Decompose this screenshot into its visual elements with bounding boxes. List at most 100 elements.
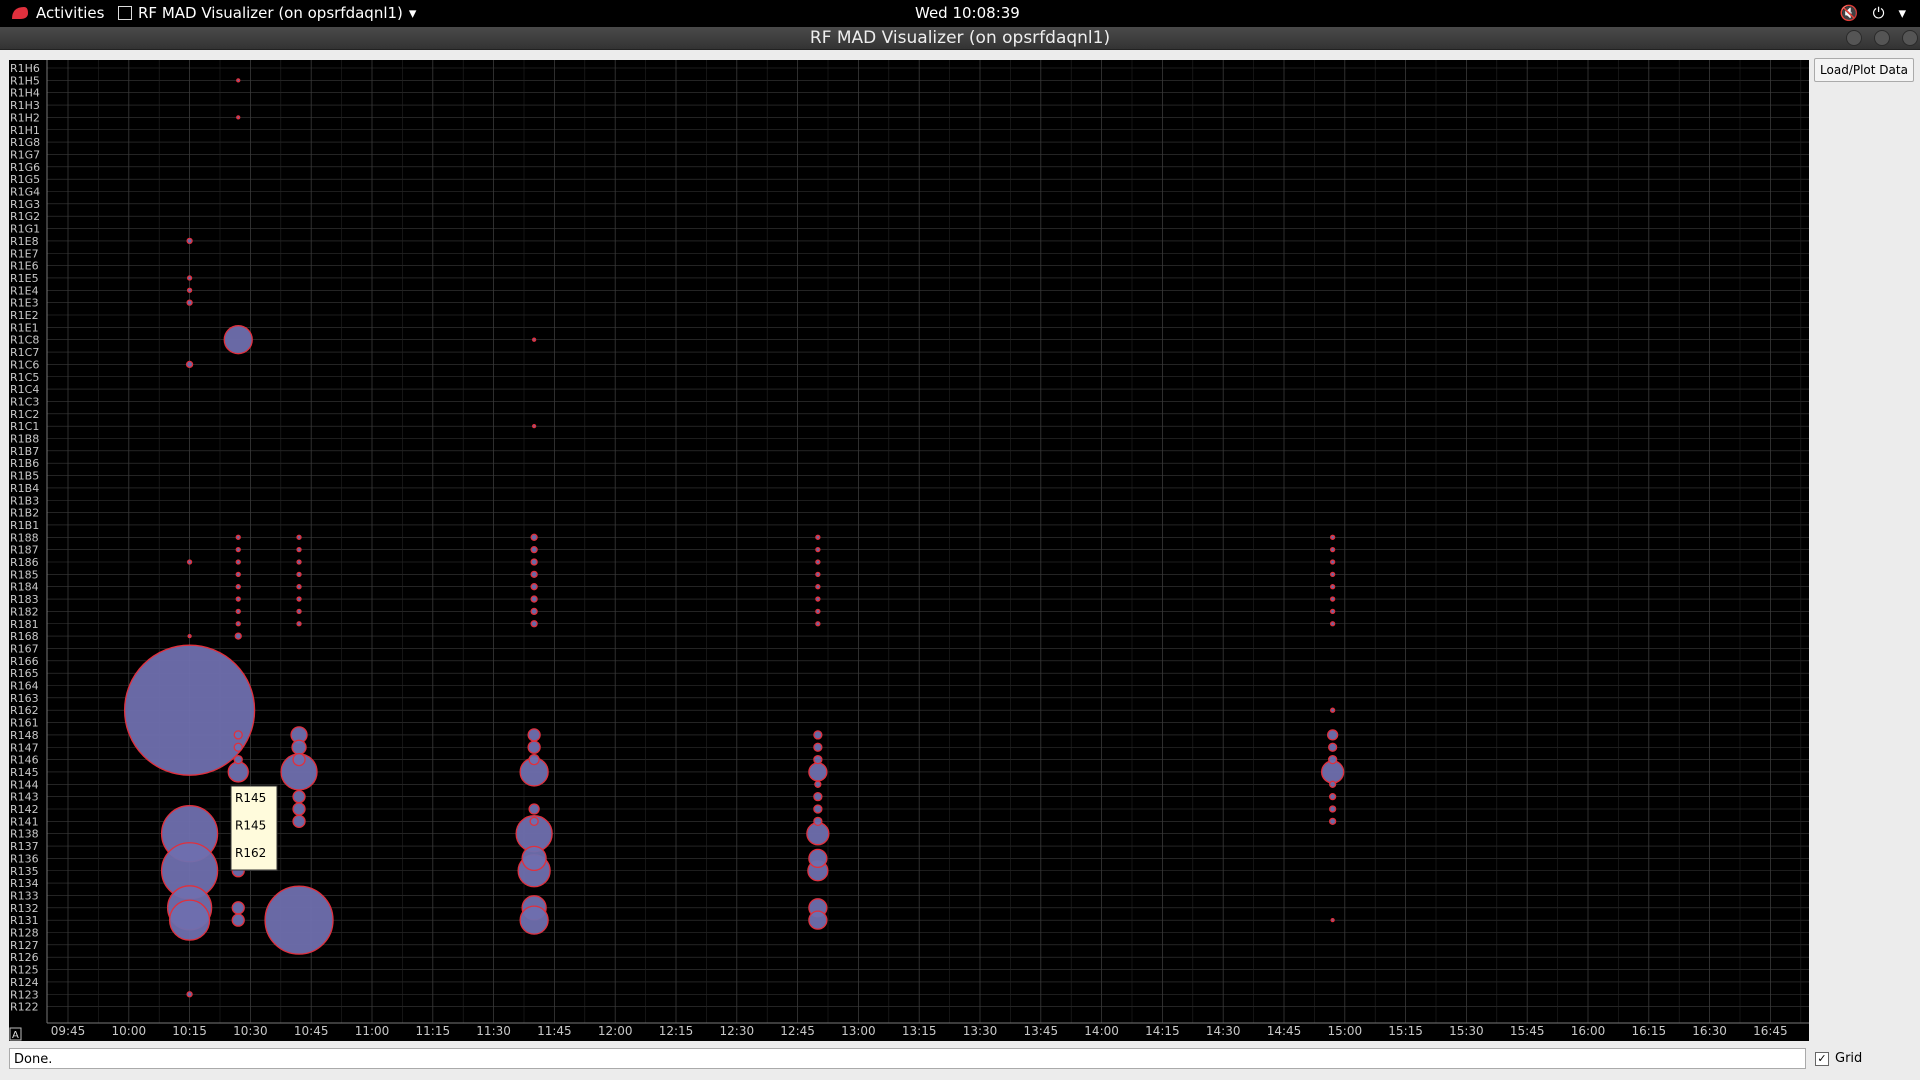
data-point	[530, 570, 538, 578]
y-tick-label: R165	[10, 667, 39, 680]
chevron-down-icon: ▾	[1898, 4, 1906, 22]
data-point	[231, 913, 245, 927]
status-field: Done.	[9, 1048, 1806, 1069]
data-point	[235, 596, 241, 602]
data-point	[815, 596, 821, 602]
data-point	[123, 644, 256, 776]
y-tick-label: R1B7	[10, 445, 39, 458]
y-tick-label: R123	[10, 988, 39, 1001]
window-titlebar[interactable]: RF MAD Visualizer (on opsrfdaqnl1)	[0, 27, 1920, 50]
y-tick-label: R1C8	[10, 334, 39, 347]
x-tick-label: 10:30	[233, 1024, 268, 1038]
data-point	[186, 299, 193, 306]
y-tick-label: R1E6	[10, 260, 39, 273]
y-tick-label: R1H6	[10, 62, 40, 75]
x-tick-label: 15:30	[1449, 1024, 1484, 1038]
x-tick-label: 11:30	[476, 1024, 511, 1038]
maximize-button[interactable]	[1874, 30, 1890, 46]
data-point	[806, 822, 830, 846]
y-tick-label: R145	[10, 766, 39, 779]
clock[interactable]: Wed 10:08:39	[915, 4, 1020, 22]
data-point	[519, 905, 549, 935]
data-point	[1328, 805, 1337, 813]
x-tick-label: 10:45	[294, 1024, 329, 1038]
data-point	[815, 559, 821, 565]
y-tick-label: R1B1	[10, 519, 39, 532]
data-point	[292, 814, 306, 828]
y-tick-label: R186	[10, 556, 39, 569]
y-tick-label: R122	[10, 1001, 39, 1014]
y-tick-label: R1C2	[10, 408, 39, 421]
y-tick-label: R164	[10, 680, 39, 693]
y-tick-label: R1H1	[10, 124, 40, 137]
data-point	[1329, 546, 1336, 553]
minimize-button[interactable]	[1846, 30, 1862, 46]
data-point	[1329, 621, 1336, 627]
data-point	[235, 534, 241, 540]
app-menu[interactable]: RF MAD Visualizer (on opsrfdaqnl1) ▾	[118, 4, 416, 22]
data-point	[813, 730, 823, 740]
y-tick-label: R136	[10, 852, 39, 865]
x-tick-label: 16:00	[1571, 1024, 1606, 1038]
y-tick-label: R1E2	[10, 309, 39, 322]
data-point	[233, 742, 243, 752]
data-point	[296, 546, 302, 553]
tooltip-line: R145	[235, 819, 266, 833]
x-tick-label: 14:45	[1267, 1024, 1302, 1038]
y-tick-label: R135	[10, 865, 39, 878]
y-tick-label: R146	[10, 754, 39, 767]
data-point	[1326, 729, 1339, 741]
y-tick-label: R142	[10, 803, 39, 816]
data-point	[530, 620, 538, 628]
rf-mad-scatter-plot[interactable]: R1H6 R1H5 R1H4 R1H3 R1H2 R1H1 R1G8 R1G7 R1G6 R1G5…	[9, 60, 1809, 1041]
data-point	[1329, 707, 1336, 713]
y-tick-label: R131	[10, 914, 39, 927]
close-button[interactable]	[1902, 30, 1918, 46]
x-tick-label: 14:30	[1206, 1024, 1241, 1038]
y-tick-label: R1C1	[10, 420, 39, 433]
x-tick-label: 15:00	[1328, 1024, 1363, 1038]
y-tick-label: R185	[10, 568, 39, 581]
x-tick-label: 12:15	[659, 1024, 694, 1038]
data-point	[808, 762, 828, 782]
data-point	[236, 115, 241, 120]
data-point	[235, 546, 241, 553]
grid-label: Grid	[1835, 1051, 1863, 1066]
app-menu-label: RF MAD Visualizer (on opsrfdaqnl1)	[138, 4, 403, 22]
y-tick-label: R1G8	[10, 136, 40, 149]
grid-toggle[interactable]: ✓ Grid	[1815, 1051, 1862, 1066]
data-point	[1327, 742, 1338, 752]
data-point	[235, 584, 241, 590]
y-tick-label: R1B8	[10, 433, 39, 446]
y-tick-label: R1H5	[10, 74, 40, 87]
y-tick-label: R1G7	[10, 148, 40, 161]
x-tick-label: 14:00	[1084, 1024, 1119, 1038]
x-tick-label: 13:00	[841, 1024, 876, 1038]
data-point	[1329, 608, 1336, 615]
y-tick-label: R162	[10, 704, 39, 717]
x-tick-label: 13:15	[902, 1024, 937, 1038]
plot-canvas[interactable]: R1H6R1H5R1H4R1H3R1H2R1H1R1G8R1G7R1G6R1G5…	[9, 60, 1809, 1041]
data-point	[813, 792, 823, 802]
data-point	[527, 740, 541, 754]
data-point	[521, 845, 547, 872]
data-point	[815, 584, 821, 590]
x-tick-label: 14:15	[1145, 1024, 1180, 1038]
activities-button[interactable]: Activities	[10, 4, 104, 22]
load-plot-data-button[interactable]: Load/Plot Data	[1814, 58, 1914, 82]
y-tick-label: R1C5	[10, 371, 39, 384]
y-tick-label: R147	[10, 741, 39, 754]
data-point	[296, 596, 302, 602]
system-top-bar: Activities RF MAD Visualizer (on opsrfda…	[0, 0, 1920, 27]
y-tick-label: R167	[10, 642, 39, 655]
y-tick-label: R1B2	[10, 507, 39, 520]
y-tick-label: R1G3	[10, 198, 40, 211]
data-point	[530, 545, 538, 554]
system-menu[interactable]: 🔇 ⏻ ▾	[1840, 4, 1906, 22]
grid-checkbox[interactable]: ✓	[1815, 1051, 1829, 1066]
data-point	[236, 78, 241, 83]
y-tick-label: R132	[10, 902, 39, 915]
data-point	[296, 608, 302, 615]
data-point	[233, 754, 243, 765]
y-tick-label: R1G4	[10, 186, 40, 199]
